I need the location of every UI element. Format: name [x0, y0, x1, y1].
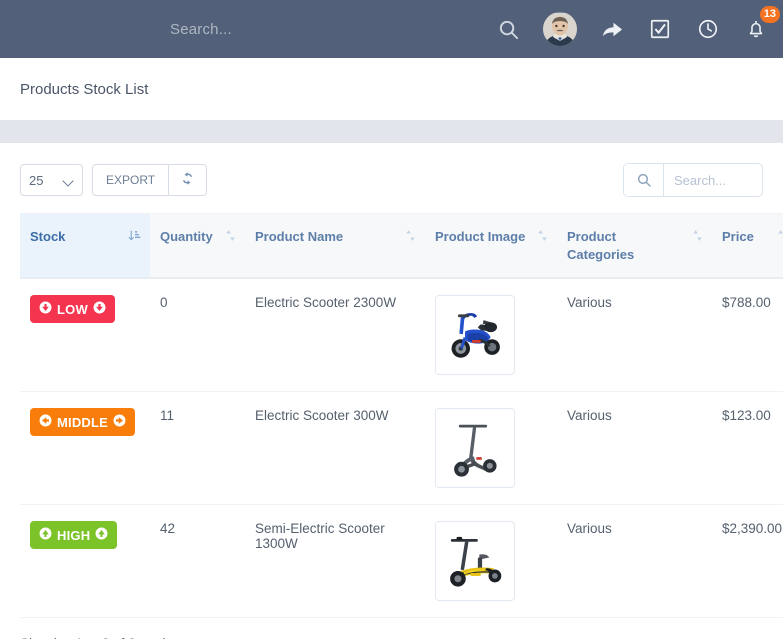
cell-product-name: Electric Scooter 2300W	[245, 278, 425, 392]
cell-product-categories: Various	[557, 392, 712, 505]
check-square-icon[interactable]	[647, 16, 673, 42]
cell-product-image	[425, 505, 557, 618]
column-label: Price	[722, 228, 783, 246]
product-thumbnail[interactable]	[435, 521, 515, 601]
arrow-circle-right-icon	[113, 414, 126, 430]
blue-electric-moped-scooter-image	[439, 303, 511, 367]
table-row: LOW 0 Electric Scooter 2300W	[20, 278, 783, 392]
column-header-stock[interactable]: Stock	[20, 214, 150, 279]
arrow-circle-up-icon	[95, 527, 108, 543]
column-header-product-name[interactable]: Product Name	[245, 214, 425, 279]
products-stock-table: Stock Quantity	[20, 213, 783, 618]
topbar-icon-group: 13	[495, 0, 769, 58]
arrow-circle-left-icon	[39, 414, 52, 430]
column-label: Stock	[30, 228, 140, 246]
sort-icon	[692, 229, 703, 245]
status-badge-label: HIGH	[57, 528, 90, 543]
table-search-input[interactable]	[664, 164, 762, 196]
cell-product-categories: Various	[557, 505, 712, 618]
table-search-icon[interactable]	[624, 164, 664, 196]
toolbar-left-group: 25 EXPORT	[20, 164, 207, 196]
table-toolbar: 25 EXPORT	[20, 163, 763, 197]
page-title: Products Stock List	[20, 81, 148, 98]
cell-quantity: 11	[150, 392, 245, 505]
sort-icon	[405, 229, 416, 245]
arrow-circle-up-icon	[39, 527, 52, 543]
column-header-quantity[interactable]: Quantity	[150, 214, 245, 279]
arrow-circle-down-icon	[93, 301, 106, 317]
column-header-product-categories[interactable]: Product Categories	[557, 214, 712, 279]
column-label: Product Image	[435, 228, 547, 246]
search-icon[interactable]	[495, 16, 521, 42]
export-button[interactable]: EXPORT	[92, 164, 169, 196]
grey-kick-scooter-image	[441, 416, 509, 480]
column-header-price[interactable]: Price	[712, 214, 783, 279]
arrow-circle-down-icon	[39, 301, 52, 317]
page-length-select-wrap: 25	[20, 164, 83, 196]
page-header: Products Stock List	[0, 58, 783, 120]
status-badge-low[interactable]: LOW	[30, 295, 115, 323]
table-row: MIDDLE 11 Electric Scooter 300W	[20, 392, 783, 505]
cell-quantity: 0	[150, 278, 245, 392]
column-label: Product Categories	[567, 228, 702, 263]
global-search-label[interactable]: Search...	[170, 21, 232, 38]
column-header-product-image[interactable]: Product Image	[425, 214, 557, 279]
cell-stock: LOW	[20, 278, 150, 392]
black-yellow-seated-electric-scooter-image	[438, 529, 512, 593]
cell-quantity: 42	[150, 505, 245, 618]
cell-price: $788.00	[712, 278, 783, 392]
column-label: Quantity	[160, 228, 235, 246]
cell-product-name: Electric Scooter 300W	[245, 392, 425, 505]
table-footer: Showing 1 to 3 of 3 entries Previous 1 N…	[20, 618, 763, 639]
top-navigation-bar: Search...	[0, 0, 783, 58]
header-divider-strip	[0, 120, 783, 143]
sort-icon	[777, 229, 783, 245]
bell-icon[interactable]: 13	[743, 16, 769, 42]
status-badge-middle[interactable]: MIDDLE	[30, 408, 135, 436]
cell-product-categories: Various	[557, 278, 712, 392]
cell-price: $123.00	[712, 392, 783, 505]
sort-amount-down-icon	[128, 229, 141, 245]
export-button-group: EXPORT	[92, 164, 207, 196]
status-badge-high[interactable]: HIGH	[30, 521, 117, 549]
table-header: Stock Quantity	[20, 214, 783, 279]
notification-count-badge: 13	[760, 6, 780, 23]
cell-product-image	[425, 392, 557, 505]
table-body: LOW 0 Electric Scooter 2300W	[20, 278, 783, 618]
sort-icon	[537, 229, 548, 245]
refresh-button[interactable]	[169, 164, 207, 196]
column-label: Product Name	[255, 228, 415, 246]
clock-icon[interactable]	[695, 16, 721, 42]
sort-icon	[225, 229, 236, 245]
share-arrow-icon[interactable]	[599, 16, 625, 42]
product-thumbnail[interactable]	[435, 408, 515, 488]
table-row: HIGH 42 Semi-Electric Scooter 1300W	[20, 505, 783, 618]
cell-price: $2,390.00	[712, 505, 783, 618]
refresh-icon	[180, 171, 195, 189]
product-thumbnail[interactable]	[435, 295, 515, 375]
page-length-select[interactable]: 25	[20, 164, 83, 196]
table-header-row: Stock Quantity	[20, 214, 783, 279]
status-badge-label: MIDDLE	[57, 415, 108, 430]
status-badge-label: LOW	[57, 302, 88, 317]
main-content: 25 EXPORT	[0, 143, 783, 639]
cell-stock: HIGH	[20, 505, 150, 618]
table-search-group	[623, 163, 763, 197]
cell-stock: MIDDLE	[20, 392, 150, 505]
user-avatar[interactable]	[543, 12, 577, 46]
cell-product-name: Semi-Electric Scooter 1300W	[245, 505, 425, 618]
cell-product-image	[425, 278, 557, 392]
